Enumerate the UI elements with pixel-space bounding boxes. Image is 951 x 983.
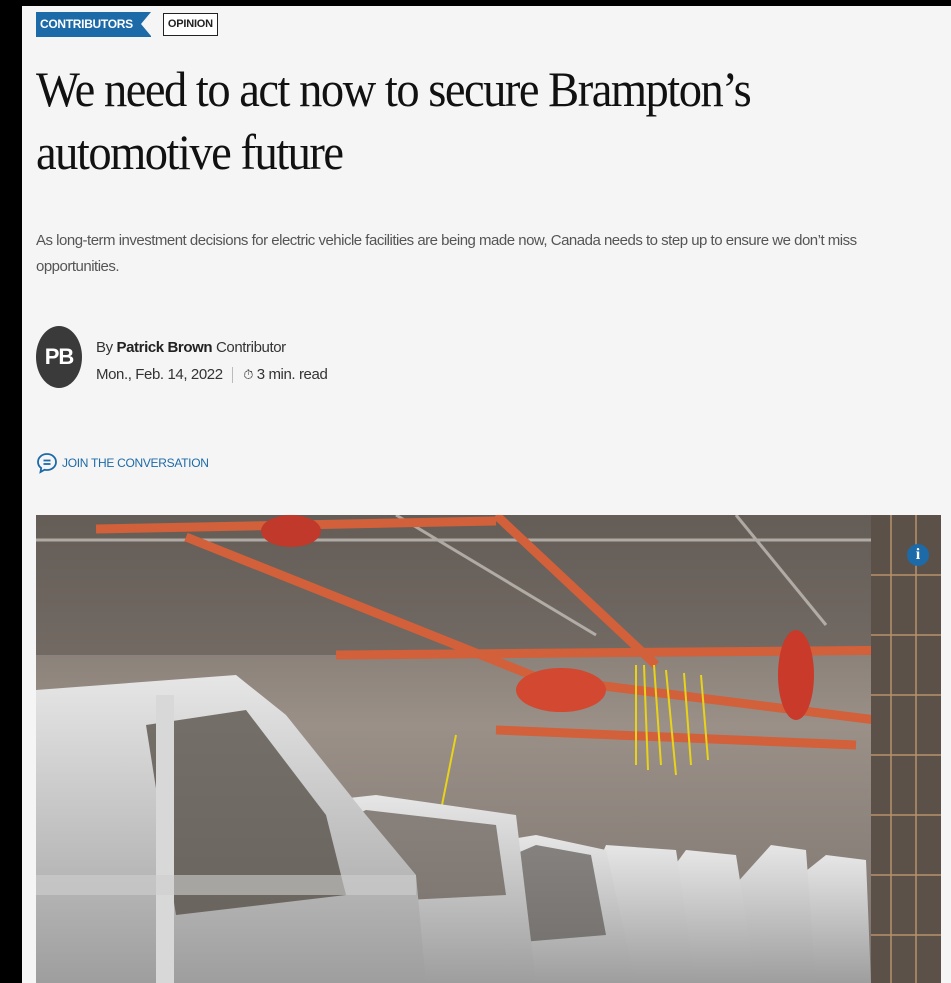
- byline-author-row: By Patrick Brown Contributor: [96, 334, 327, 361]
- byline-prefix: By: [96, 339, 113, 356]
- timer-icon: ⏱: [243, 367, 253, 382]
- author-role: Contributor: [215, 339, 286, 356]
- byline-meta-row: Mon., Feb. 14, 2022 ⏱ 3 min. read: [96, 361, 328, 388]
- headline-line-2: automotive future: [36, 124, 344, 180]
- headline: We need to act now to secure Brampton’s …: [36, 58, 854, 184]
- author-name[interactable]: Patrick Brown: [117, 339, 213, 356]
- join-conversation-label: JOIN THE CONVERSATION: [62, 456, 209, 470]
- article-dek: As long-term investment decisions for el…: [36, 232, 857, 275]
- comment-icon: [36, 452, 58, 474]
- info-icon[interactable]: i: [907, 544, 929, 566]
- tag-contributors[interactable]: CONTRIBUTORS: [36, 12, 151, 37]
- headline-line-1: We need to act now to secure Brampton’s: [36, 61, 752, 117]
- hero-image[interactable]: i: [36, 515, 941, 983]
- meta-divider: [232, 367, 234, 384]
- article-tags: CONTRIBUTORS OPINION: [36, 12, 218, 37]
- tag-opinion[interactable]: OPINION: [162, 13, 218, 36]
- join-conversation-link[interactable]: JOIN THE CONVERSATION: [36, 452, 209, 474]
- tag-notch: [140, 12, 151, 36]
- assembly-line-photo: [36, 515, 941, 983]
- tag-contributors-label: CONTRIBUTORS: [40, 17, 133, 31]
- article-page: CONTRIBUTORS OPINION We need to act now …: [22, 6, 951, 983]
- read-time: 3 min. read: [256, 366, 328, 383]
- publish-date: Mon., Feb. 14, 2022: [96, 366, 223, 383]
- author-avatar[interactable]: PB: [36, 326, 82, 388]
- byline-text: By Patrick Brown Contributor Mon., Feb. …: [96, 334, 328, 388]
- byline: PB By Patrick Brown Contributor Mon., Fe…: [36, 326, 328, 388]
